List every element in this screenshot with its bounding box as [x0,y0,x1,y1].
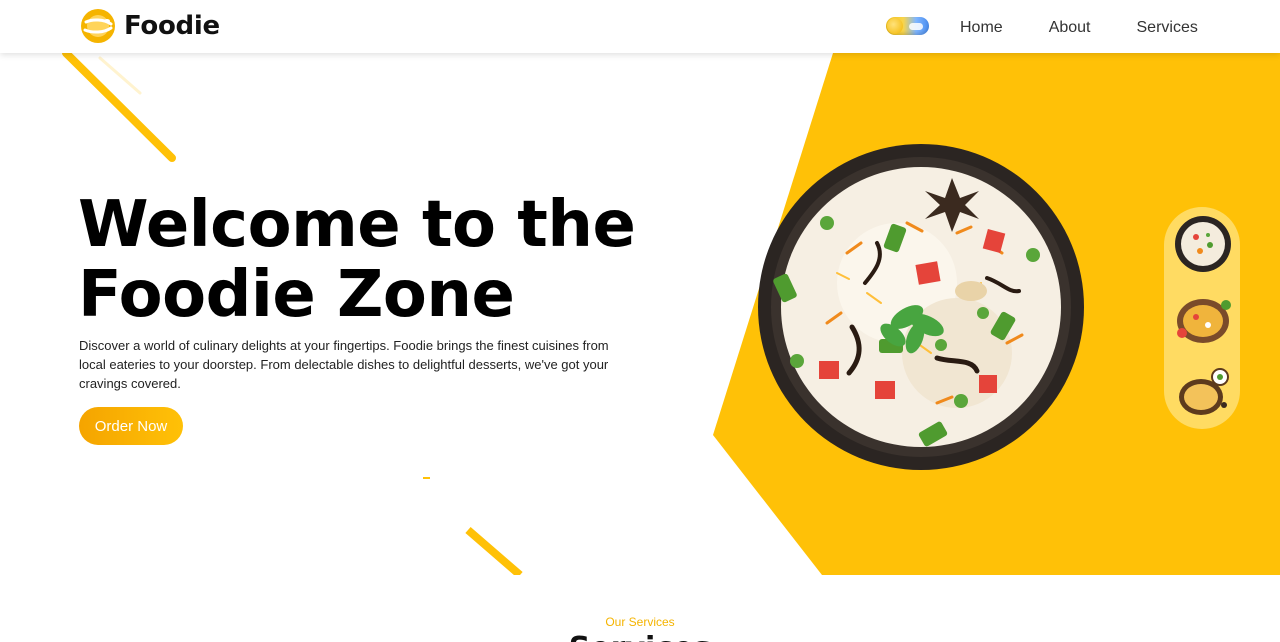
nav-link-about[interactable]: About [1049,19,1091,36]
cloud-icon [909,23,923,30]
biryani-bowl-image [758,144,1084,470]
order-now-button[interactable]: Order Now [79,407,183,445]
dish-thumbnail-strip [1164,207,1240,429]
biryani-bowl-thumbnail[interactable] [1174,215,1232,273]
navbar: Foodie Home About Services [0,0,1280,53]
brand-name: Foodie [124,11,220,41]
nav-item-home: Home [960,17,1003,37]
rice-dish-thumbnail[interactable] [1174,365,1232,423]
curry-plate-thumbnail[interactable] [1174,291,1232,349]
nav-item-about: About [1049,17,1091,37]
theme-toggle[interactable] [886,17,929,35]
hero-title-line-2: Foodie Zone [78,258,515,332]
hero-description: Discover a world of culinary delights at… [79,338,609,391]
nav-menu: Home About Services [960,17,1244,37]
nav-link-home[interactable]: Home [960,19,1003,36]
hero-title-line-1: Welcome to the [78,188,636,262]
nav-link-services[interactable]: Services [1137,19,1198,36]
services-subtitle: Our Services [605,615,675,629]
fork-spoon-logo-icon [81,9,115,43]
services-title: Services [0,631,1280,642]
services-section: Our Services Services [0,575,1280,642]
hero-section: Welcome to the Foodie Zone Discover a wo… [0,53,1280,575]
brand-link[interactable]: Foodie [80,8,220,44]
hero-title: Welcome to the Foodie Zone [78,190,698,330]
nav-item-services: Services [1137,17,1198,37]
sun-icon [887,18,903,34]
